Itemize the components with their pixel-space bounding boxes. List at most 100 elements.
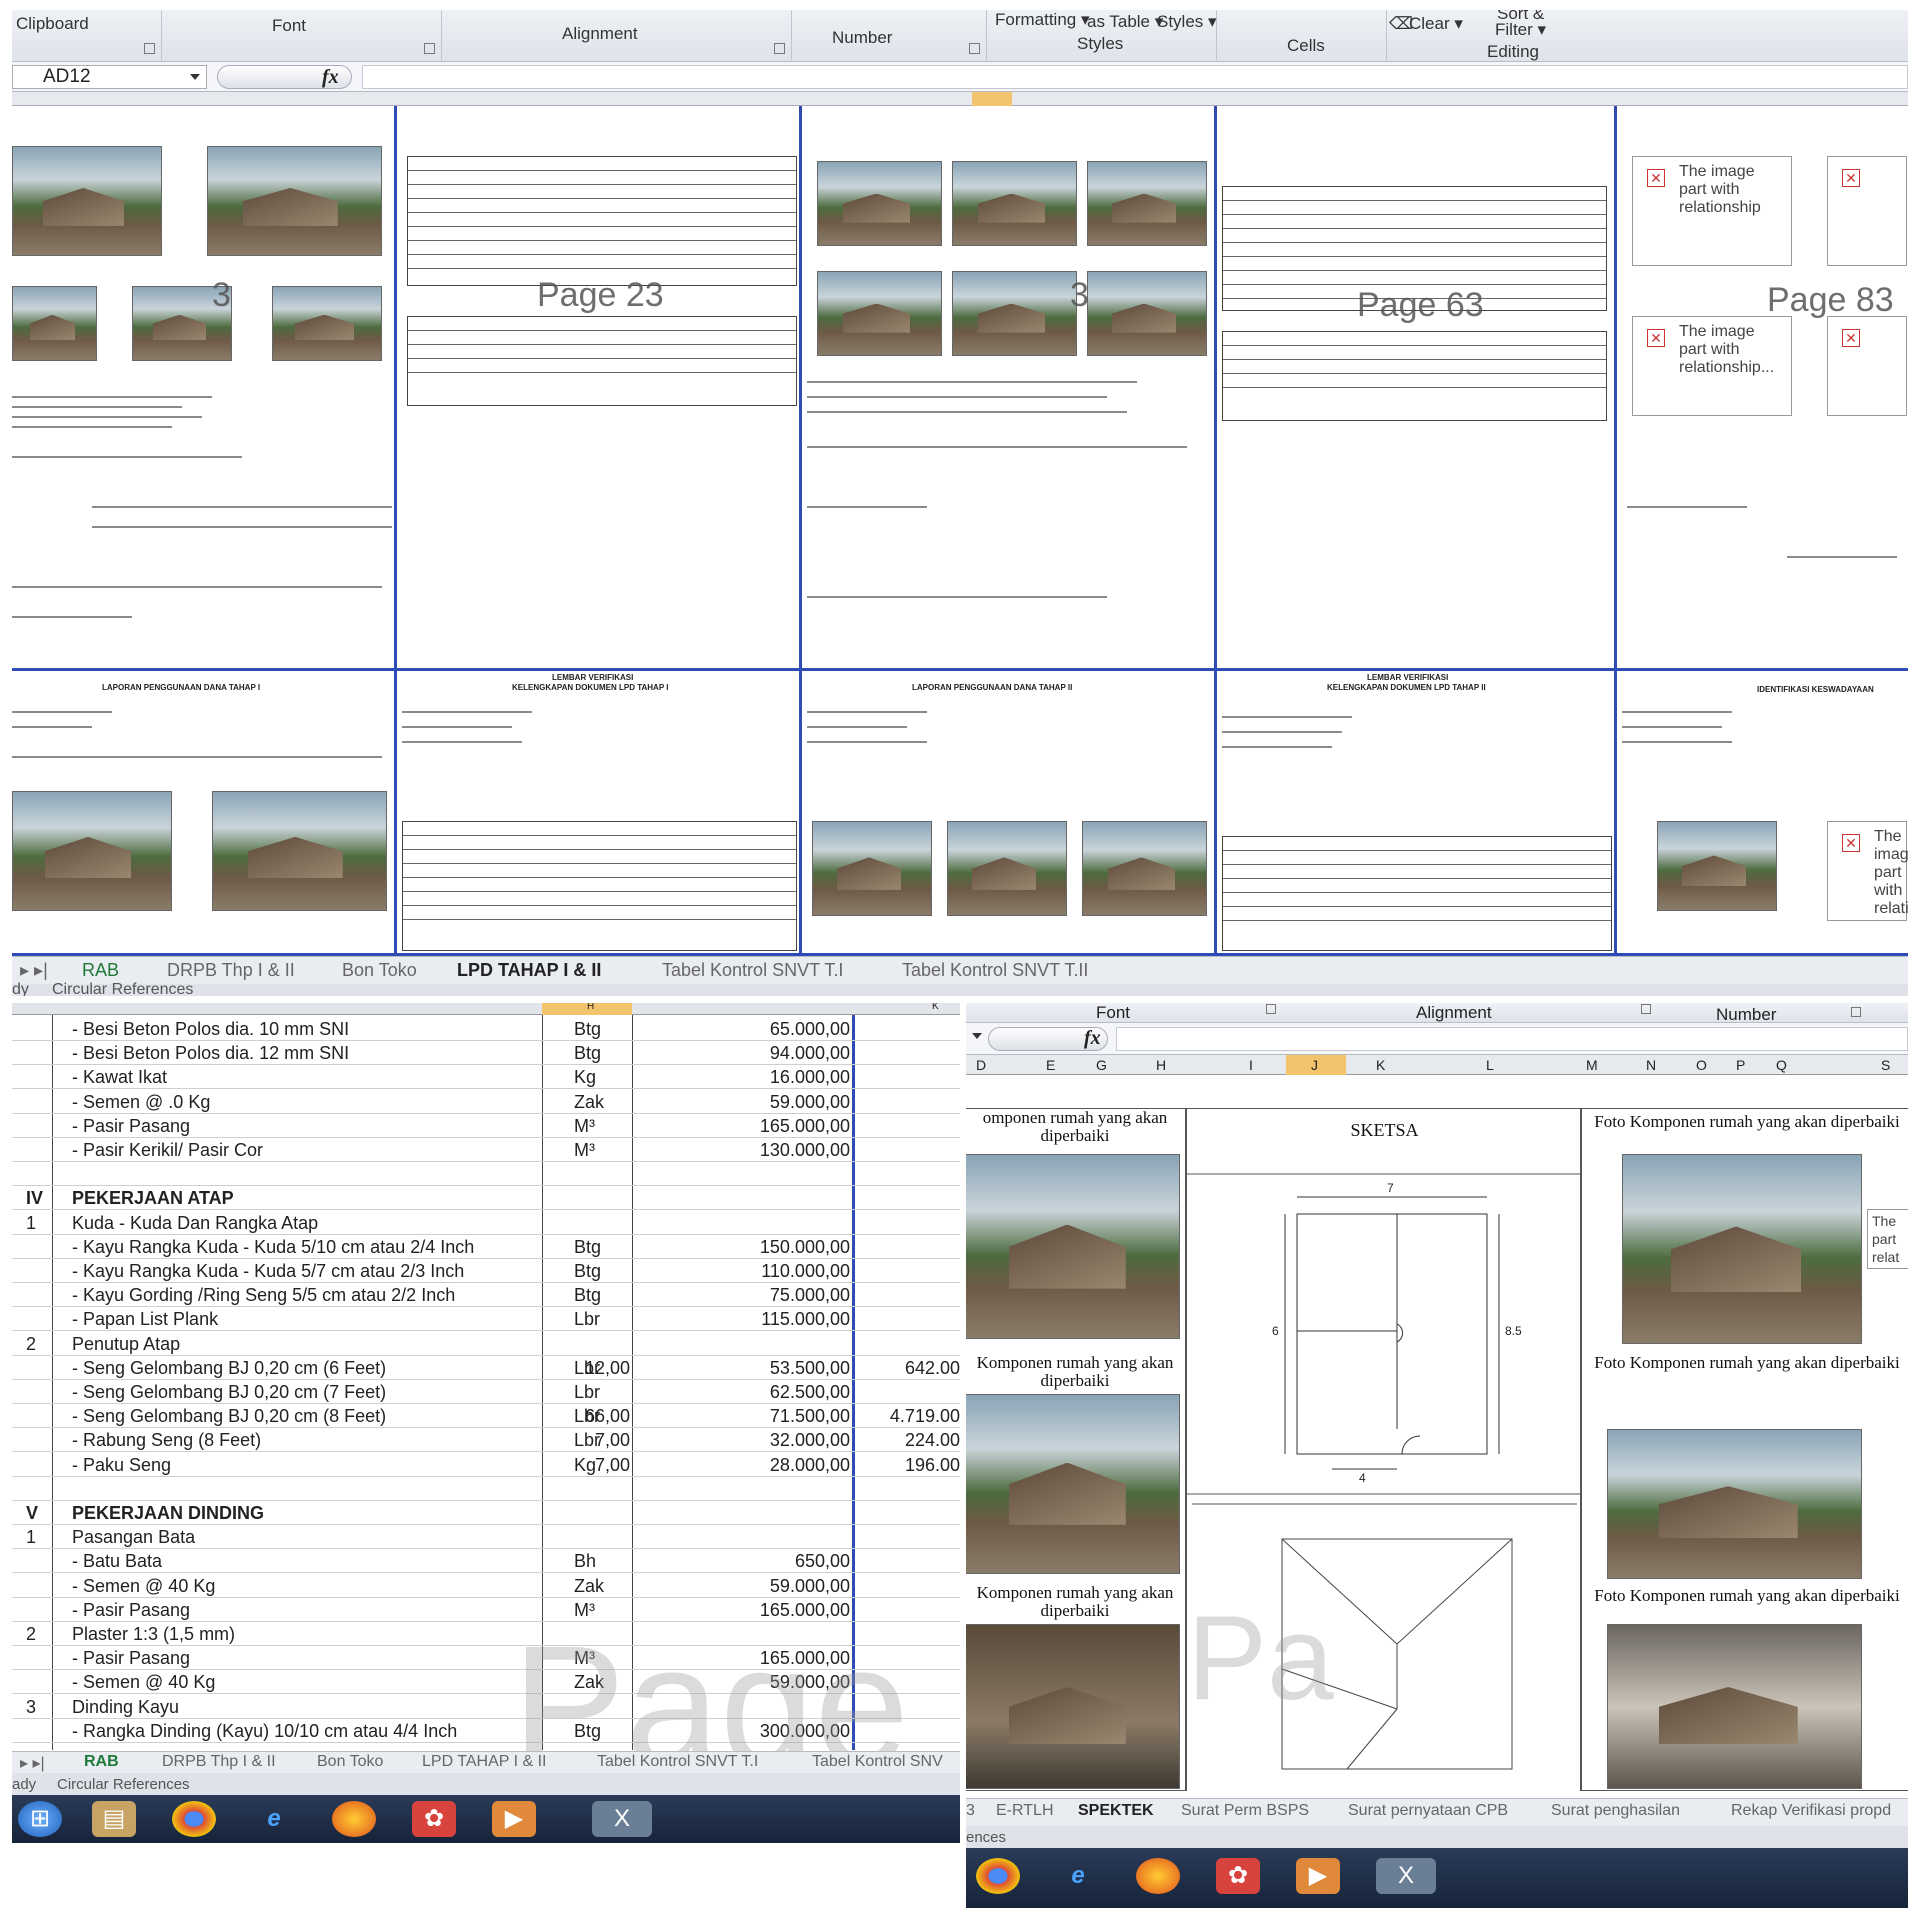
table-row[interactable]: - Seng Gelombang BJ 0,20 cm (8 Feet) 66,0… (12, 1404, 960, 1429)
tab-surat-pernyataan-cpb[interactable]: Surat pernyataan CPB (1348, 1802, 1508, 1820)
tab-rab[interactable]: RAB (84, 1753, 119, 1771)
table-row[interactable] (12, 1477, 960, 1501)
table-row[interactable]: - Besi Beton Polos dia. 12 mm SNI Btg 94.0… (12, 1041, 960, 1066)
paint-icon[interactable]: ✿ (412, 1801, 456, 1837)
table-row[interactable]: - Pasir Kerikil/ Pasir Cor M³ 130.000,00 (12, 1138, 960, 1162)
chrome-icon[interactable] (172, 1801, 216, 1837)
column-k[interactable]: K (1376, 1057, 1385, 1073)
sheet-page[interactable]: LEMBAR VERIFIKASI KELENGKAPAN DOKUMEN LP… (397, 671, 802, 956)
column-h[interactable]: H (1156, 1057, 1166, 1073)
start-orb-icon[interactable]: ⊞ (18, 1801, 62, 1837)
table-row[interactable] (12, 1162, 960, 1187)
dialog-launcher-icon[interactable] (1851, 1007, 1861, 1017)
column-d[interactable]: D (976, 1057, 986, 1073)
sheet-page[interactable]: 3 (802, 106, 1217, 671)
sheet-page[interactable]: Page 63 (1217, 106, 1617, 671)
table-row[interactable]: - Paku Seng 7,00 Kg 28.000,00 196.00 (12, 1453, 960, 1477)
column-n[interactable]: N (1646, 1057, 1656, 1073)
tab-tabel-kontrol-2[interactable]: Tabel Kontrol SNV (812, 1753, 943, 1771)
conditional-formatting-button[interactable]: Formatting ▾ (995, 10, 1090, 30)
right-photo-column[interactable]: Foto Komponen rumah yang akan diperbaiki… (1581, 1108, 1908, 1791)
font-group[interactable]: Font (162, 10, 442, 62)
tab-3[interactable]: 3 (966, 1802, 975, 1820)
table-row[interactable]: - Kayu Rangka Kuda - Kuda 5/10 cm atau 2… (12, 1235, 960, 1259)
tab-lpd-tahap[interactable]: LPD TAHAP I & II (457, 960, 601, 981)
sketch-area[interactable]: SKETSA 7 6 8.5 4 Pa (1186, 1108, 1582, 1791)
sheet-page[interactable]: LAPORAN PENGGUNAAN DANA TAHAP I (12, 671, 397, 956)
table-row[interactable]: - Semen @ 40 Kg Zak 59.000,00 (12, 1574, 960, 1598)
internet-explorer-icon[interactable]: e (1056, 1858, 1100, 1894)
tab-drpb[interactable]: DRPB Thp I & II (162, 1753, 276, 1771)
column-header-strip[interactable]: D E G H I J K L M N O P Q S (966, 1055, 1908, 1075)
excel-icon[interactable]: X (1376, 1858, 1436, 1894)
tab-bon-toko[interactable]: Bon Toko (342, 960, 417, 981)
tab-surat-penghasilan[interactable]: Surat penghasilan (1551, 1802, 1680, 1820)
column-i[interactable]: I (1249, 1057, 1253, 1073)
chevron-down-icon[interactable] (972, 1033, 982, 1039)
table-row[interactable]: - Kawat Ikat Kg 16.000,00 (12, 1065, 960, 1090)
tab-rab[interactable]: RAB (82, 960, 119, 981)
table-row[interactable]: - Semen @ .0 Kg Zak 59.000,00 (12, 1090, 960, 1114)
file-explorer-icon[interactable]: ▤ (92, 1801, 136, 1837)
table-row[interactable]: - Papan List Plank Lbr 115.000,00 (12, 1307, 960, 1332)
table-row[interactable]: 1 Pasangan Bata (12, 1525, 960, 1550)
table-row[interactable]: IV PEKERJAAN ATAP (12, 1186, 960, 1211)
table-row[interactable]: - Seng Gelombang BJ 0,20 cm (6 Feet) 12,0… (12, 1356, 960, 1380)
alignment-group[interactable]: Alignment (442, 10, 792, 62)
table-row[interactable]: 2 Penutup Atap (12, 1332, 960, 1356)
page-break-preview[interactable]: 3 Page 23 3 Page 63 ✕ The image part wit… (12, 106, 1908, 956)
editing-group[interactable]: ⌫ Clear ▾ Sort & Filter ▾ Editing (1387, 10, 1577, 62)
tab-drpb[interactable]: DRPB Thp I & II (167, 960, 295, 981)
cells-group[interactable]: Cells (1217, 10, 1387, 62)
formula-input[interactable] (362, 65, 1908, 89)
column-q[interactable]: Q (1776, 1057, 1787, 1073)
paint-icon[interactable]: ✿ (1216, 1858, 1260, 1894)
table-row[interactable]: V PEKERJAAN DINDING (12, 1501, 960, 1525)
format-as-table-button[interactable]: as Table ▾ (1087, 12, 1163, 32)
clipboard-group[interactable]: Clipboard (12, 10, 162, 62)
sheet-page[interactable]: LEMBAR VERIFIKASI KELENGKAPAN DOKUMEN LP… (1217, 671, 1617, 956)
clear-button[interactable]: Clear ▾ (1409, 14, 1463, 34)
table-row[interactable]: - Kayu Gording /Ring Seng 5/5 cm atau 2/… (12, 1283, 960, 1308)
insert-function-icon[interactable]: fx (1084, 1027, 1101, 1050)
table-row[interactable]: - Rabung Seng (8 Feet) 7,00 Lbr 32.000,00 22… (12, 1428, 960, 1453)
sheet-page[interactable]: ✕ The image part with relationship ✕ Page… (1617, 106, 1908, 671)
tab-e-rtlh[interactable]: E-RTLH (996, 1802, 1054, 1820)
sheet-page[interactable]: Page 23 (397, 106, 802, 671)
internet-explorer-icon[interactable]: e (252, 1801, 296, 1837)
left-photo-column[interactable]: omponen rumah yang akan diperbaiki Kompo… (966, 1108, 1186, 1791)
column-m[interactable]: M (1586, 1057, 1598, 1073)
name-box[interactable]: AD12 (12, 65, 207, 89)
column-g[interactable]: G (1096, 1057, 1107, 1073)
table-row[interactable]: 1 Kuda - Kuda Dan Rangka Atap (12, 1211, 960, 1235)
column-s[interactable]: S (1881, 1057, 1890, 1073)
formula-input[interactable] (1116, 1027, 1908, 1051)
column-k[interactable]: K (932, 1003, 939, 1012)
column-o[interactable]: O (1696, 1057, 1707, 1073)
sheet-page[interactable]: IDENTIFIKASI KESWADAYAAN ✕The image part… (1617, 671, 1908, 956)
chrome-icon[interactable] (976, 1858, 1020, 1894)
tab-bon-toko[interactable]: Bon Toko (317, 1753, 383, 1771)
insert-function-icon[interactable]: fx (322, 66, 339, 89)
firefox-icon[interactable] (332, 1801, 376, 1837)
column-h[interactable]: H (587, 1003, 594, 1012)
tab-scroll-icon[interactable]: ▸ ▸| (20, 960, 48, 981)
dialog-launcher-icon[interactable] (424, 43, 435, 54)
media-player-icon[interactable]: ▶ (1296, 1858, 1340, 1894)
tab-tabel-kontrol-1[interactable]: Tabel Kontrol SNVT T.I (662, 960, 843, 981)
tab-tabel-kontrol-2[interactable]: Tabel Kontrol SNVT T.II (902, 960, 1088, 981)
tab-scroll-icon[interactable]: ▸ ▸| (20, 1753, 45, 1773)
cell-styles-button[interactable]: Styles ▾ (1157, 12, 1217, 32)
sheet-page[interactable]: 3 (12, 106, 397, 671)
column-l[interactable]: L (1486, 1057, 1494, 1073)
dialog-launcher-icon[interactable] (774, 43, 785, 54)
styles-group[interactable]: Formatting ▾ as Table ▾ Styles ▾ Styles (987, 10, 1217, 62)
firefox-icon[interactable] (1136, 1858, 1180, 1894)
dialog-launcher-icon[interactable] (969, 43, 980, 54)
tab-lpd-tahap[interactable]: LPD TAHAP I & II (422, 1753, 547, 1771)
dialog-launcher-icon[interactable] (1641, 1004, 1651, 1014)
table-row[interactable]: - Kayu Rangka Kuda - Kuda 5/7 cm atau 2/… (12, 1259, 960, 1283)
dialog-launcher-icon[interactable] (144, 43, 155, 54)
tab-rekap-verifikasi[interactable]: Rekap Verifikasi propd (1731, 1802, 1891, 1820)
table-row[interactable]: - Pasir Pasang M³ 165.000,00 (12, 1114, 960, 1138)
